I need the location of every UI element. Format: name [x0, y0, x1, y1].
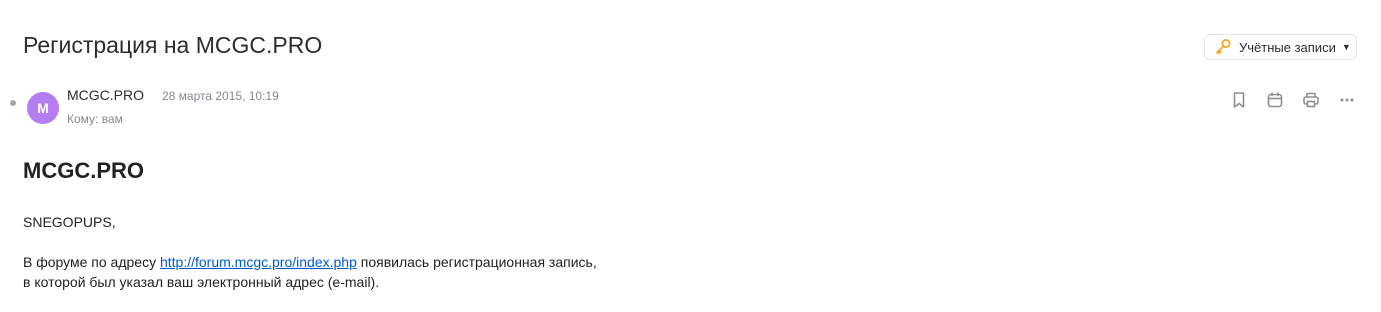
recipient-line[interactable]: Кому: вам [67, 112, 123, 126]
paragraph-1-lead: В форуме по адресу [23, 254, 160, 270]
email-paragraph-1: В форуме по адресу http://forum.mcgc.pro… [23, 252, 597, 272]
bookmark-icon [1231, 91, 1247, 114]
more-button[interactable] [1338, 93, 1356, 111]
email-paragraph-2: в которой был указал ваш электронный адр… [23, 274, 380, 290]
print-icon [1302, 91, 1320, 114]
avatar-letter: M [37, 100, 49, 116]
forum-link[interactable]: http://forum.mcgc.pro/index.php [160, 254, 357, 270]
key-icon [1214, 38, 1232, 56]
email-view: Регистрация на MCGC.PRO Учётные записи ▼… [0, 0, 1381, 312]
paragraph-1-tail: появилась регистрационная запись, [356, 254, 597, 270]
calendar-button[interactable] [1266, 91, 1284, 114]
email-subject: Регистрация на MCGC.PRO [23, 32, 323, 58]
accounts-button[interactable]: Учётные записи ▼ [1204, 34, 1357, 60]
message-actions [1230, 91, 1356, 114]
bookmark-button[interactable] [1230, 91, 1248, 114]
message-date: 28 марта 2015, 10:19 [162, 89, 279, 103]
calendar-icon [1266, 91, 1284, 114]
avatar[interactable]: M [27, 92, 59, 124]
unread-indicator[interactable] [10, 100, 16, 106]
sender-name[interactable]: MCGC.PRO [67, 87, 144, 103]
more-icon [1338, 91, 1356, 114]
chevron-down-icon: ▼ [1341, 42, 1351, 52]
email-greeting: SNEGOPUPS, [23, 214, 116, 230]
email-body-heading: MCGC.PRO [23, 158, 144, 183]
accounts-button-label: Учётные записи [1239, 39, 1336, 55]
print-button[interactable] [1302, 91, 1320, 114]
